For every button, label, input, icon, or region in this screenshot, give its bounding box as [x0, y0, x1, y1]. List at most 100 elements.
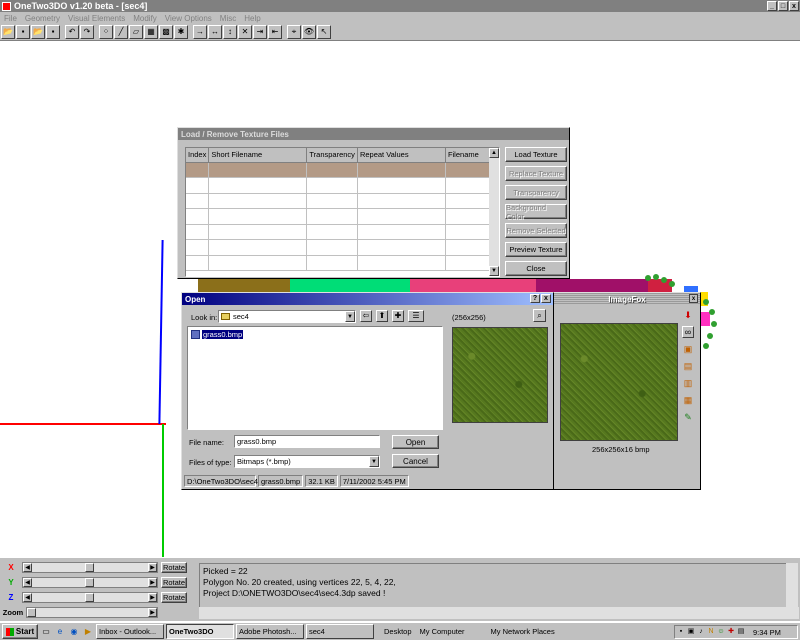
- open-button[interactable]: Open: [392, 435, 439, 449]
- new-folder-icon[interactable]: ✚: [392, 310, 404, 322]
- menu-help[interactable]: Help: [240, 14, 264, 23]
- print-image-icon[interactable]: ▥: [682, 377, 694, 389]
- back-icon[interactable]: ⇦: [360, 310, 372, 322]
- slider-left-icon[interactable]: ◀: [23, 562, 32, 572]
- file-type-select[interactable]: Bitmaps (*.bmp) ▼: [234, 455, 380, 468]
- view-icon[interactable]: 👁: [302, 25, 316, 39]
- load-texture-button[interactable]: Load Texture: [505, 147, 567, 162]
- copy-image-icon[interactable]: ▦: [682, 394, 694, 406]
- my-computer-link[interactable]: My Computer: [416, 627, 469, 636]
- col-repeat-values[interactable]: Repeat Values: [357, 148, 446, 163]
- scroll-up-icon[interactable]: ▲: [489, 148, 499, 158]
- polygon-tool-icon[interactable]: ▱: [129, 25, 143, 39]
- move-vertical-icon[interactable]: ↕: [223, 25, 237, 39]
- line-tool-icon[interactable]: ╱: [114, 25, 128, 39]
- select-icon[interactable]: ⌖: [287, 25, 301, 39]
- move-both-icon[interactable]: ↔: [208, 25, 222, 39]
- z-slider[interactable]: ◀ ▶: [22, 591, 158, 603]
- open-project-icon[interactable]: 📂: [31, 25, 45, 39]
- task-onetwo3do[interactable]: OneTwo3DO: [166, 624, 234, 639]
- close-icon[interactable]: x: [541, 294, 551, 303]
- desktop-link[interactable]: Desktop: [380, 627, 416, 636]
- menu-view-options[interactable]: View Options: [161, 14, 216, 23]
- save-icon[interactable]: ▪: [16, 25, 30, 39]
- redo-icon[interactable]: ↷: [80, 25, 94, 39]
- task-sec4[interactable]: sec4: [306, 624, 374, 639]
- help-icon[interactable]: ?: [530, 294, 540, 303]
- preview-texture-button[interactable]: Preview Texture: [505, 242, 567, 257]
- task-adobe-photoshop[interactable]: Adobe Photosh...: [236, 624, 304, 639]
- outlook-icon[interactable]: ◉: [68, 626, 80, 638]
- media-icon[interactable]: ▶: [82, 626, 94, 638]
- table-scrollbar[interactable]: ▲ ▼: [489, 148, 499, 276]
- table-row[interactable]: [186, 208, 492, 225]
- slider-thumb[interactable]: [27, 607, 36, 617]
- col-filename[interactable]: Filename: [445, 148, 492, 163]
- col-short-filename[interactable]: Short Filename: [208, 148, 308, 163]
- close-dialog-button[interactable]: Close: [505, 261, 567, 276]
- vertex-tool-icon[interactable]: ⁘: [99, 25, 113, 39]
- slider-left-icon[interactable]: ◀: [23, 577, 32, 587]
- table-row[interactable]: [186, 162, 492, 178]
- chevron-down-icon[interactable]: ▼: [345, 311, 355, 322]
- edit-image-icon[interactable]: ✎: [682, 411, 694, 423]
- color-tool-icon[interactable]: ▩: [159, 25, 173, 39]
- slider-thumb[interactable]: [85, 562, 94, 572]
- replace-texture-button[interactable]: Replace Texture: [505, 166, 567, 181]
- file-name-field[interactable]: grass0.bmp: [234, 435, 380, 448]
- move-icon[interactable]: →: [193, 25, 207, 39]
- texture-table[interactable]: Index Short Filename Transparency Repeat…: [185, 147, 500, 277]
- tray-app-icon[interactable]: ▪: [677, 628, 685, 636]
- scroll-down-icon[interactable]: ▼: [489, 266, 499, 276]
- texture-tool-icon[interactable]: ▦: [144, 25, 158, 39]
- up-folder-icon[interactable]: ⬆: [376, 310, 388, 322]
- table-row[interactable]: [186, 255, 492, 271]
- tray-volume-icon[interactable]: ♪: [697, 628, 705, 636]
- save-image-icon[interactable]: ▤: [682, 360, 694, 372]
- table-row[interactable]: [186, 193, 492, 209]
- list-item[interactable]: grass0.bmp: [191, 330, 244, 339]
- tray-network-icon[interactable]: ▣: [687, 628, 695, 636]
- zoom-slider[interactable]: ▶: [26, 606, 158, 618]
- slider-right-icon[interactable]: ▶: [148, 592, 157, 602]
- file-list[interactable]: grass0.bmp: [187, 326, 443, 430]
- slider-left-icon[interactable]: ◀: [23, 592, 32, 602]
- menu-file[interactable]: File: [0, 14, 21, 23]
- menu-visual-elements[interactable]: Visual Elements: [64, 14, 129, 23]
- col-transparency[interactable]: Transparency: [306, 148, 358, 163]
- slider-thumb[interactable]: [85, 592, 94, 602]
- preview-zoom-icon[interactable]: ⌕: [533, 309, 546, 322]
- transparency-button[interactable]: Transparency: [505, 185, 567, 200]
- x-slider[interactable]: ◀ ▶: [22, 561, 158, 573]
- look-in-combo[interactable]: sec4 ▼: [218, 310, 356, 323]
- tray-norton-icon[interactable]: N: [707, 628, 715, 636]
- task-inbox-outlook[interactable]: Inbox - Outlook...: [96, 624, 164, 639]
- pin-icon[interactable]: ⬇: [682, 309, 694, 321]
- extend-icon[interactable]: ⇤: [268, 25, 282, 39]
- menu-modify[interactable]: Modify: [129, 14, 161, 23]
- horizontal-scrollbar[interactable]: [199, 607, 799, 619]
- background-color-button[interactable]: Background Color: [505, 203, 567, 221]
- pointer-help-icon[interactable]: ↖: [317, 25, 331, 39]
- my-network-places-link[interactable]: My Network Places: [487, 627, 559, 636]
- y-rotate-button[interactable]: Rotate: [161, 576, 187, 588]
- remove-selected-button[interactable]: Remove Selected: [505, 223, 567, 238]
- y-slider[interactable]: ◀ ▶: [22, 576, 158, 588]
- slider-right-icon[interactable]: ▶: [148, 562, 157, 572]
- minimize-button[interactable]: _: [767, 1, 777, 11]
- tray-display-icon[interactable]: ▤: [737, 628, 745, 636]
- col-index[interactable]: Index: [186, 148, 210, 163]
- tray-antivirus-icon[interactable]: ✚: [727, 628, 735, 636]
- chevron-down-icon[interactable]: ▼: [369, 456, 379, 467]
- maximize-button[interactable]: □: [778, 1, 788, 11]
- show-desktop-icon[interactable]: ▭: [40, 626, 52, 638]
- browser-icon[interactable]: e: [54, 626, 66, 638]
- z-rotate-button[interactable]: Rotate: [161, 591, 187, 603]
- table-row[interactable]: [186, 177, 492, 194]
- align-icon[interactable]: ⇥: [253, 25, 267, 39]
- slider-right-icon[interactable]: ▶: [148, 577, 157, 587]
- close-button[interactable]: x: [789, 1, 799, 11]
- menu-misc[interactable]: Misc: [216, 14, 240, 23]
- scale-icon[interactable]: ✕: [238, 25, 252, 39]
- view-menu-icon[interactable]: ☰: [408, 310, 424, 322]
